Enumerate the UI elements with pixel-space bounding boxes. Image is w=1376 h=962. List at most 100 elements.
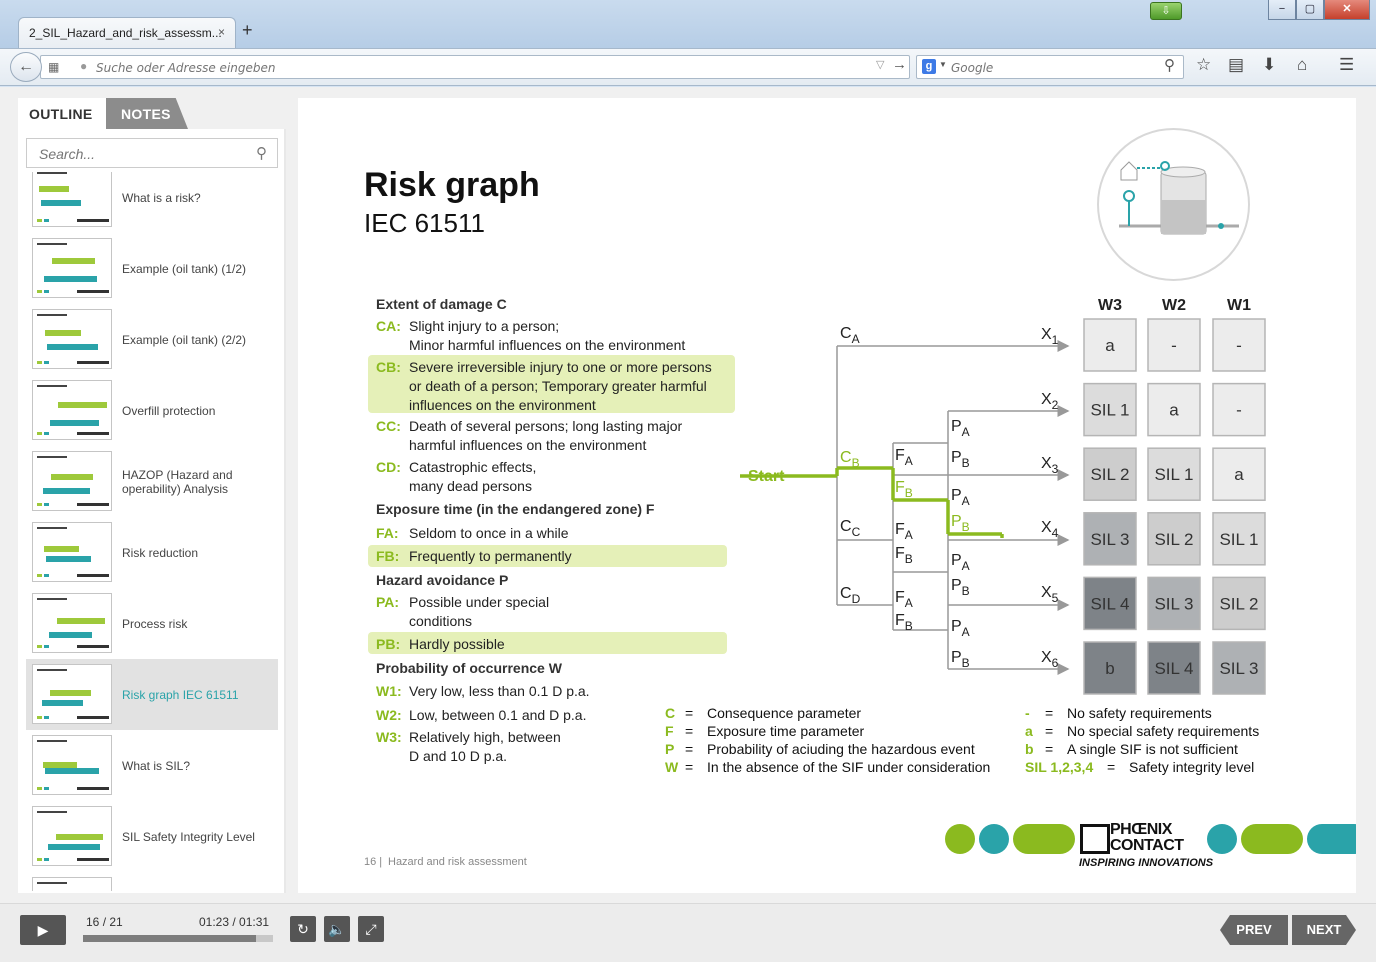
tank-illustration bbox=[1097, 128, 1250, 281]
outline-item[interactable]: Example (oil tank) (1/2) bbox=[26, 233, 278, 304]
maximize-button[interactable]: ▢ bbox=[1296, 0, 1324, 20]
grid-cell-label: a bbox=[1234, 465, 1244, 484]
home-icon[interactable]: ⌂ bbox=[1297, 55, 1307, 75]
legend-row: P = Probability of aciuding the hazardous … bbox=[665, 741, 975, 759]
slide-thumbnail bbox=[32, 522, 112, 582]
legend-row: C = Consequence parameter bbox=[665, 705, 861, 723]
legend-text: No special safety requirements bbox=[1067, 723, 1260, 739]
legend-row: b = A single SIF is not sufficient bbox=[1025, 741, 1238, 759]
close-window-button[interactable]: ✕ bbox=[1324, 0, 1370, 20]
graph-node-label: X1 bbox=[1041, 326, 1059, 347]
legend-text: A single SIF is not sufficient bbox=[1067, 741, 1238, 757]
google-icon[interactable]: g bbox=[922, 59, 936, 74]
cd-code: CD: bbox=[376, 459, 401, 475]
engine-dropdown-icon[interactable]: ▼ bbox=[939, 60, 947, 69]
replay-icon[interactable]: ↻ bbox=[290, 916, 316, 942]
legend-row: F = Exposure time parameter bbox=[665, 723, 864, 741]
url-input[interactable] bbox=[96, 59, 856, 76]
cb-text: Severe irreversible injury to one or mor… bbox=[409, 359, 712, 413]
search-bar[interactable] bbox=[916, 55, 1184, 79]
outline-item-label: Overfill protection bbox=[122, 403, 216, 418]
globe-icon: ● bbox=[80, 59, 88, 73]
outline-item[interactable]: SIL Safety Integrity Level bbox=[26, 801, 278, 872]
slide-thumbnail bbox=[32, 664, 112, 724]
grid-column-header: W1 bbox=[1227, 297, 1251, 314]
outline-search-input[interactable] bbox=[39, 145, 239, 163]
tab-groups-icon[interactable]: ▦ bbox=[48, 60, 59, 74]
outline-search[interactable] bbox=[26, 138, 278, 168]
legend-code: b bbox=[1025, 741, 1034, 757]
history-dropdown-icon[interactable]: ▽ bbox=[876, 58, 884, 71]
outline-item-label: Risk reduction bbox=[122, 545, 199, 560]
grid-cell-label: b bbox=[1105, 659, 1114, 678]
grid-column-header: W2 bbox=[1162, 297, 1186, 314]
fullscreen-icon[interactable]: ⤢ bbox=[358, 916, 384, 942]
outline-item[interactable]: Risk reduction bbox=[26, 517, 278, 588]
web-search-input[interactable] bbox=[951, 59, 1151, 76]
ca-code: CA: bbox=[376, 318, 401, 334]
outline-scrollbar[interactable] bbox=[284, 129, 286, 893]
legend-text: Safety integrity level bbox=[1129, 759, 1255, 775]
volume-icon[interactable]: 🔈 bbox=[324, 916, 350, 942]
bookmark-star-icon[interactable]: ☆ bbox=[1196, 55, 1211, 75]
slide-thumbnail bbox=[32, 806, 112, 866]
graph-node-label: X3 bbox=[1041, 455, 1059, 476]
graph-node-label: FA bbox=[895, 447, 913, 468]
slide-thumbnail bbox=[32, 380, 112, 440]
tab-close-icon[interactable]: × bbox=[218, 25, 225, 39]
outline-item-label: Example (oil tank) (1/2) bbox=[122, 261, 247, 276]
w3-code: W3: bbox=[376, 729, 402, 745]
fa-text: Seldom to once in a while bbox=[409, 525, 569, 541]
url-bar[interactable] bbox=[40, 55, 910, 79]
new-tab-icon[interactable]: + bbox=[242, 20, 253, 41]
grid-cell-label: - bbox=[1171, 336, 1177, 355]
grid-column-header: W3 bbox=[1098, 297, 1122, 314]
browser-tab[interactable]: 2_SIL_Hazard_and_risk_assessm... × bbox=[18, 17, 236, 48]
outline-item[interactable]: Risk graph IEC 61511 bbox=[26, 659, 278, 730]
brand-tagline: INSPIRING INNOVATIONS bbox=[1079, 857, 1214, 869]
risk-graph: CACBCCCDFAFBFAFBFAFBPAPBPAPBPAPBPAPBX1X2… bbox=[740, 297, 1266, 695]
legend-code: W bbox=[665, 759, 679, 775]
reading-list-icon[interactable]: ▤ bbox=[1228, 55, 1244, 75]
downloads-icon[interactable]: ⬇ bbox=[1262, 55, 1276, 75]
grid-cell-label: SIL 2 bbox=[1219, 594, 1258, 613]
minimize-button[interactable]: − bbox=[1268, 0, 1296, 20]
slide-thumbnail bbox=[32, 735, 112, 795]
legend-code: C bbox=[665, 705, 676, 721]
outline-item[interactable]: HAZOP (Hazard and operability) Analysis bbox=[26, 446, 278, 517]
outline-item[interactable]: What is SIL? bbox=[26, 730, 278, 801]
outline-item[interactable]: Overfill protection bbox=[26, 375, 278, 446]
grid-cell-label: SIL 1 bbox=[1219, 530, 1258, 549]
search-icon[interactable]: ⚲ bbox=[256, 144, 267, 162]
back-button[interactable]: ← bbox=[10, 52, 42, 82]
time-display: 01:23 / 01:31 bbox=[199, 915, 270, 929]
outline-item[interactable]: Example (oil tank) (2/2) bbox=[26, 304, 278, 375]
menu-icon[interactable]: ☰ bbox=[1339, 55, 1354, 75]
tab-outline[interactable]: OUTLINE bbox=[18, 98, 106, 129]
addon-icon[interactable]: ⇩ bbox=[1150, 2, 1182, 20]
graph-node-label: PA bbox=[951, 618, 970, 639]
graph-node-label: FB bbox=[895, 545, 913, 566]
search-icon[interactable]: ⚲ bbox=[1164, 56, 1175, 74]
play-button[interactable]: ▶ bbox=[20, 915, 66, 945]
fb-text: Frequently to permanently bbox=[409, 548, 572, 564]
outline-item[interactable]: Safety instrumented bbox=[26, 872, 278, 891]
outline-item[interactable]: What is a risk? bbox=[26, 172, 278, 233]
outline-item[interactable]: Process risk bbox=[26, 588, 278, 659]
start-label: Start bbox=[748, 468, 785, 485]
graph-node-label: PB bbox=[951, 449, 970, 470]
legend-eq: = bbox=[1045, 723, 1054, 739]
grid-cell-label: SIL 3 bbox=[1154, 594, 1193, 613]
legend-text: Probability of aciuding the hazardous ev… bbox=[707, 741, 975, 757]
tab-notes[interactable]: NOTES bbox=[106, 98, 188, 129]
prev-button[interactable]: PREV bbox=[1220, 915, 1288, 945]
legend-eq: = bbox=[685, 723, 694, 739]
grid-cell-label: SIL 2 bbox=[1090, 465, 1129, 484]
grid-cell-label: - bbox=[1236, 336, 1242, 355]
legend-code: F bbox=[665, 723, 674, 739]
grid-cell-label: SIL 1 bbox=[1154, 465, 1193, 484]
next-button[interactable]: NEXT bbox=[1292, 915, 1356, 945]
outline-item-label: Risk graph IEC 61511 bbox=[122, 687, 239, 702]
grid-cell-label: SIL 2 bbox=[1154, 530, 1193, 549]
go-arrow-icon[interactable]: → bbox=[892, 56, 907, 73]
